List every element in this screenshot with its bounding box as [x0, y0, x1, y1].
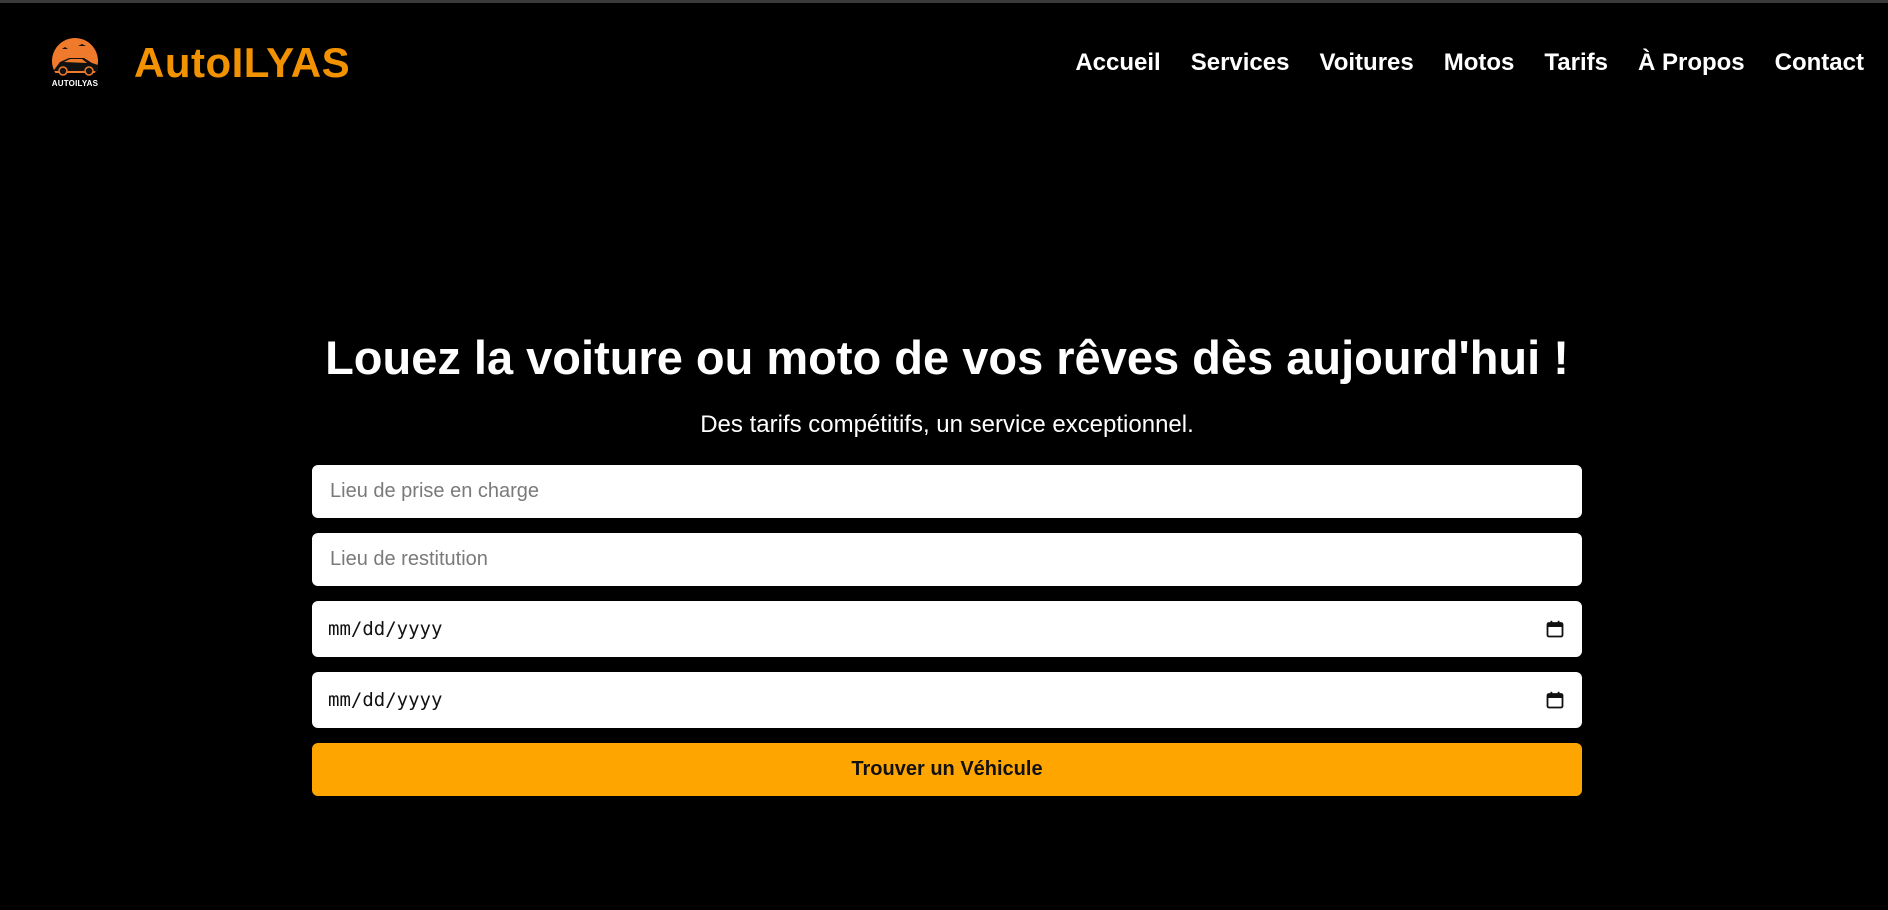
nav-item-contact[interactable]: Contact	[1775, 49, 1864, 77]
nav-item-services[interactable]: Services	[1191, 49, 1290, 77]
end-date-input[interactable]: mm/dd/yyyy	[328, 689, 442, 711]
calendar-icon[interactable]	[1546, 691, 1564, 709]
logo-text: AUTOILYAS	[51, 79, 99, 88]
main-nav: Accueil Services Voitures Motos Tarifs À…	[1045, 49, 1864, 77]
start-date-field[interactable]: mm/dd/yyyy	[312, 601, 1582, 658]
brand[interactable]: AUTOILYAS AutoILYAS	[42, 37, 350, 89]
start-date-input[interactable]: mm/dd/yyyy	[328, 618, 442, 640]
pickup-location-field[interactable]	[312, 465, 1582, 519]
nav-item-voitures[interactable]: Voitures	[1319, 49, 1413, 77]
search-form: mm/dd/yyyy mm/dd/yyyy Trouver un Véhicul…	[312, 465, 1582, 797]
hero-title: Louez la voiture ou moto de vos rêves dè…	[325, 331, 1569, 384]
end-date-field[interactable]: mm/dd/yyyy	[312, 672, 1582, 729]
hero-subtitle: Des tarifs compétitifs, un service excep…	[700, 411, 1194, 439]
brand-name[interactable]: AutoILYAS	[134, 39, 350, 87]
site-header: AUTOILYAS AutoILYAS Accueil Services Voi…	[0, 3, 1888, 123]
pickup-location-input[interactable]	[328, 479, 1566, 505]
nav-item-motos[interactable]: Motos	[1444, 49, 1515, 77]
nav-item-accueil[interactable]: Accueil	[1075, 49, 1160, 77]
nav-item-a-propos[interactable]: À Propos	[1638, 49, 1745, 77]
return-location-input[interactable]	[328, 547, 1566, 573]
logo[interactable]: AUTOILYAS	[42, 37, 108, 89]
nav-item-tarifs[interactable]: Tarifs	[1544, 49, 1608, 77]
find-vehicle-button[interactable]: Trouver un Véhicule	[312, 743, 1582, 797]
calendar-icon[interactable]	[1546, 620, 1564, 638]
hero-section: Louez la voiture ou moto de vos rêves dè…	[312, 330, 1582, 797]
return-location-field[interactable]	[312, 533, 1582, 587]
